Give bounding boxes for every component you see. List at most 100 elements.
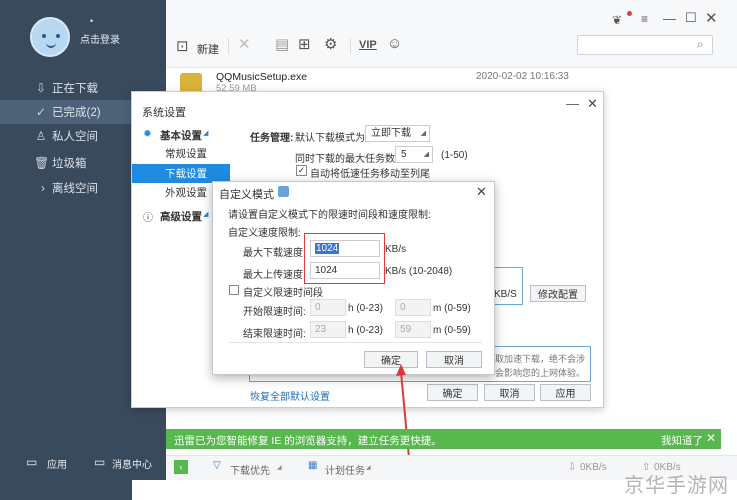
download-priority-button[interactable]: 下载优先 (230, 462, 270, 477)
sidebar-item-label: 垃圾箱 (52, 158, 87, 170)
apps-icon: ▭ (26, 455, 38, 469)
new-icon[interactable]: ⊡ (176, 37, 189, 55)
hint-line-2: 会影响您的上网体验。 (495, 368, 586, 378)
max-tasks-select[interactable]: 5 ◢ (395, 146, 433, 163)
default-mode-label: 默认下载模式为 (295, 133, 365, 144)
speed-section-label: 自定义速度限制: (228, 228, 301, 239)
message-icon: ▭ (94, 455, 106, 469)
close-icon[interactable]: ✕ (706, 431, 716, 445)
search-input[interactable] (577, 35, 713, 55)
grid-icon[interactable]: ⊞ (298, 35, 311, 53)
divider (228, 38, 229, 54)
expand-icon: ◢ (203, 130, 209, 137)
end-hour-input[interactable]: 23 (310, 321, 346, 338)
nav-advanced-settings[interactable]: 高级设置 (160, 209, 202, 224)
file-name[interactable]: QQMusicSetup.exe (216, 71, 307, 83)
input-value: 59 (400, 324, 412, 335)
modify-config-button[interactable]: 修改配置 (530, 285, 586, 302)
settings-ok-button[interactable]: 确定 (427, 384, 478, 401)
nav-basic-settings[interactable]: 基本设置 (160, 128, 202, 143)
sidebar-item-label: 正在下载 (52, 83, 98, 95)
maximize-icon[interactable]: ☐ (685, 10, 697, 26)
close-icon[interactable]: ✕ (705, 9, 718, 27)
gear-icon: ✹ (143, 128, 152, 140)
start-minute-input[interactable]: 0 (395, 299, 431, 316)
collapse-icon[interactable]: ‹ (174, 460, 188, 474)
dialog-title: 自定义模式 (219, 189, 274, 201)
avatar[interactable] (30, 17, 70, 57)
expand-icon: ◢ (203, 211, 209, 218)
minimize-icon[interactable]: — (566, 96, 579, 111)
info-icon: ⓘ (143, 213, 153, 224)
select-value: 5 (401, 149, 407, 160)
end-minute-input[interactable]: 59 (395, 321, 431, 338)
nav-label: 下载设置 (165, 168, 207, 180)
message-center-button[interactable]: 消息中心 (112, 456, 152, 471)
plan-task-button[interactable]: 计划任务 (325, 462, 365, 477)
start-time-label: 开始限速时间: (243, 307, 306, 318)
input-value: 0 (315, 302, 321, 313)
document-icon[interactable]: ▤ (275, 35, 289, 53)
dismiss-link[interactable]: 我知道了 (661, 433, 703, 448)
download-icon: ⇩ (35, 81, 47, 95)
user-icon: ♙ (35, 129, 47, 143)
trash-icon: 🗑 (34, 156, 50, 170)
notification-text: 迅雷已为您智能修复 IE 的浏览器支持，建立任务更快捷。 (174, 435, 442, 447)
skin-icon[interactable]: ❦ (612, 13, 622, 27)
filter-icon: ▽ (213, 460, 221, 471)
new-button[interactable]: 新建 (197, 41, 219, 57)
delete-icon[interactable]: ✕ (238, 35, 251, 53)
settings-apply-button[interactable]: 应用 (540, 384, 591, 401)
dialog-intro: 请设置自定义模式下的限速时间段和速度限制: (228, 210, 431, 221)
input-value: 0 (400, 302, 406, 313)
max-download-label: 最大下载速度: (243, 248, 306, 259)
time-section-label: 自定义限速时间段 (243, 288, 323, 299)
menu-icon[interactable]: ≡ (641, 12, 648, 26)
notification-dot (627, 11, 632, 16)
max-upload-label: 最大上传速度: (243, 270, 306, 281)
sidebar-item-label: 已完成(2) (52, 107, 101, 119)
hour-range: h (0-23) (348, 303, 384, 314)
end-time-label: 结束限速时间: (243, 329, 306, 340)
restore-defaults-link[interactable]: 恢复全部默认设置 (250, 388, 330, 403)
start-hour-input[interactable]: 0 (310, 299, 346, 316)
dialog-cancel-button[interactable]: 取消 (426, 351, 482, 368)
download-speed-icon: ⇩ (568, 462, 577, 473)
login-link[interactable]: 点击登录 (80, 31, 120, 46)
dropdown-arrow-icon: ◢ (420, 130, 426, 137)
max-tasks-range: (1-50) (441, 150, 468, 161)
settings-title: 系统设置 (142, 107, 186, 119)
chevron-right-icon: › (41, 181, 45, 195)
sidebar-item-label: 私人空间 (52, 131, 98, 143)
minimize-icon[interactable]: — (663, 11, 676, 26)
apps-button[interactable]: 应用 (47, 456, 67, 471)
close-icon[interactable]: ✕ (587, 96, 598, 112)
divider (350, 38, 351, 54)
dropdown-arrow-icon: ◢ (366, 465, 371, 471)
time-limit-checkbox[interactable] (229, 285, 239, 295)
calendar-icon: ▦ (308, 460, 318, 471)
annotation-highlight-box (304, 233, 385, 284)
search-icon[interactable]: ⌕ (697, 37, 704, 52)
select-value: 立即下载 (371, 128, 411, 139)
download-unit: KB/s (385, 244, 407, 255)
input-value: 23 (315, 324, 327, 335)
minute-range: m (0-59) (433, 325, 471, 336)
auto-move-checkbox[interactable]: ✓ (296, 165, 307, 176)
settings-cancel-button[interactable]: 取消 (484, 384, 535, 401)
task-management-label: 任务管理: (250, 133, 294, 144)
default-mode-select[interactable]: 立即下载 ◢ (365, 125, 430, 142)
dropdown-arrow-icon: ◢ (277, 465, 282, 471)
max-tasks-label: 同时下载的最大任务数 (295, 154, 395, 165)
close-icon[interactable]: ✕ (476, 184, 487, 200)
watermark: 京华手游网 (624, 475, 729, 497)
download-speed: 0KB/s (580, 462, 607, 473)
help-icon[interactable] (278, 186, 289, 197)
nav-general-settings[interactable]: 常规设置 (132, 144, 230, 163)
robot-icon[interactable]: ☺ (387, 35, 402, 52)
hint-line-1: 取加速下载，绝不会涉 (495, 354, 586, 364)
sidebar-item-label: 离线空间 (52, 183, 98, 195)
vip-button[interactable]: VIP (359, 39, 377, 51)
nav-label: 外观设置 (165, 187, 207, 199)
gear-icon[interactable]: ⚙ (324, 35, 337, 53)
